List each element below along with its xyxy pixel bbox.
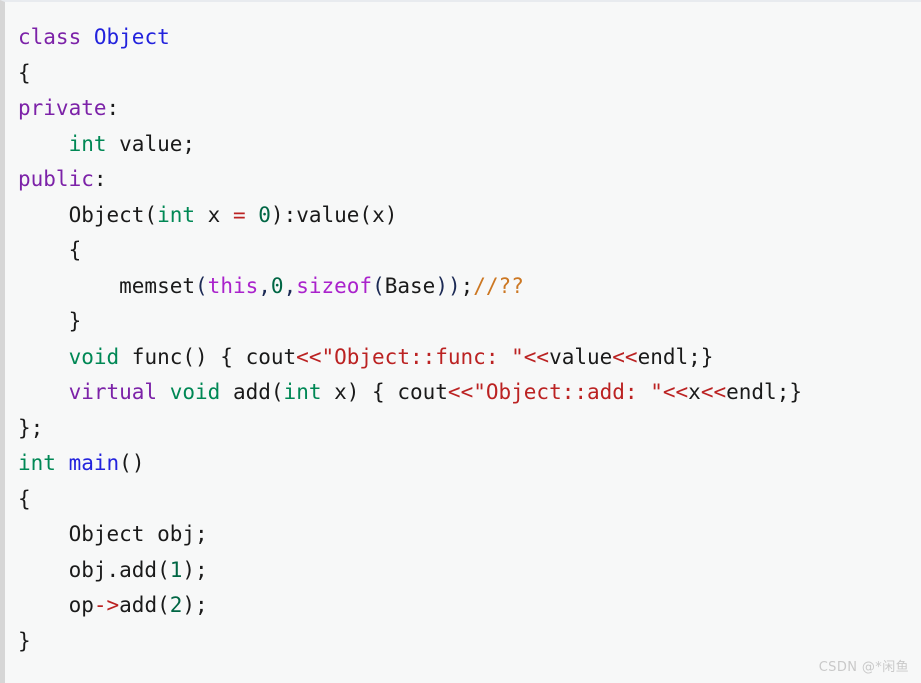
token-number-0: 0 [270,273,284,298]
code-line-8: memset(this,0,sizeof(Base));//?? [18,273,524,298]
token-identifier-value: value [549,344,613,369]
token-type-int: int [18,451,56,475]
token-identifier-endl: endl;} [637,344,714,369]
token-operator-arrow: -> [93,593,120,617]
token-operator-shift: << [612,344,638,369]
token-brace-close: } [18,628,31,653]
token-operator-shift: << [523,344,550,369]
code-line-15: Object obj; [18,517,802,553]
token-operator-shift: << [447,380,474,404]
token-string-objectadd: "Object::add: " [473,380,663,404]
token-brace-open: { [18,60,31,85]
token-type-void: void [169,380,221,404]
token-keyword-class: class [18,25,82,49]
code-line-18: } [18,624,802,660]
token-class-end: }; [18,415,44,440]
token-operator-shift: << [296,344,322,369]
token-operator-shift: << [662,380,689,404]
token-decl-obj: Object obj; [18,522,208,546]
code-line-11: virtual void add(int x) { cout<<"Object:… [68,380,802,404]
code-line-10: void func() { cout<<"Object::func: "<<va… [18,340,802,376]
watermark: CSDN @*闲鱼 [818,660,909,675]
token-function-main: main [68,451,120,475]
token-number-1: 1 [169,557,183,582]
token-call-add: add( [119,593,170,617]
code-line-2: { [18,56,802,92]
token-type-void: void [68,344,120,369]
code-line-12: }; [18,411,802,447]
token-comment: //?? [473,273,524,298]
token-operator-assign: = [232,202,246,227]
token-type-int: int [68,131,107,156]
token-identifier-base: Base [384,273,436,298]
code-line-7: { [18,233,802,269]
token-identifier-add: add( [220,380,284,404]
code-block[interactable]: class Object{private: int value; public: … [18,20,802,659]
code-screenshot: class Object{private: int value; public: … [0,0,921,683]
token-identifier-x: x [688,380,701,404]
code-line-14: { [18,482,802,518]
token-identifier-func: func() { cout [119,344,297,369]
token-classname-object: Object [93,25,170,49]
token-brace-open: { [18,238,82,262]
code-line-9: } [18,304,802,340]
token-number-2: 2 [169,593,183,617]
code-line-6: Object(int x = 0):value(x) [18,202,398,227]
token-identifier-memset: memset [18,273,196,298]
token-call-objadd: obj.add( [18,557,170,582]
token-keyword-public: public [18,167,94,191]
token-type-int: int [157,202,196,227]
token-builtin-this: this [207,273,259,298]
code-line-4: int value; [18,127,802,163]
token-brace-open: { [18,486,31,511]
code-line-3: private: [18,96,120,120]
token-identifier-op: op [18,593,94,617]
token-number-0: 0 [258,202,271,227]
code-line-5: public: [18,167,107,191]
code-line-17: op->add(2); [18,593,208,617]
token-keyword-virtual: virtual [68,380,158,404]
token-identifier-endl: endl;} [726,380,802,404]
code-line-16: obj.add(1); [18,557,208,582]
token-type-int: int [283,380,322,404]
code-line-1: class Object [18,20,802,56]
token-builtin-sizeof: sizeof [296,273,373,298]
token-identifier-value: value; [106,131,196,156]
token-keyword-private: private [18,96,107,120]
token-string-objectfunc: "Object::func: " [321,344,524,369]
token-brace-close: } [18,309,82,333]
code-line-13: int main() [18,451,145,475]
token-operator-shift: << [700,380,727,404]
